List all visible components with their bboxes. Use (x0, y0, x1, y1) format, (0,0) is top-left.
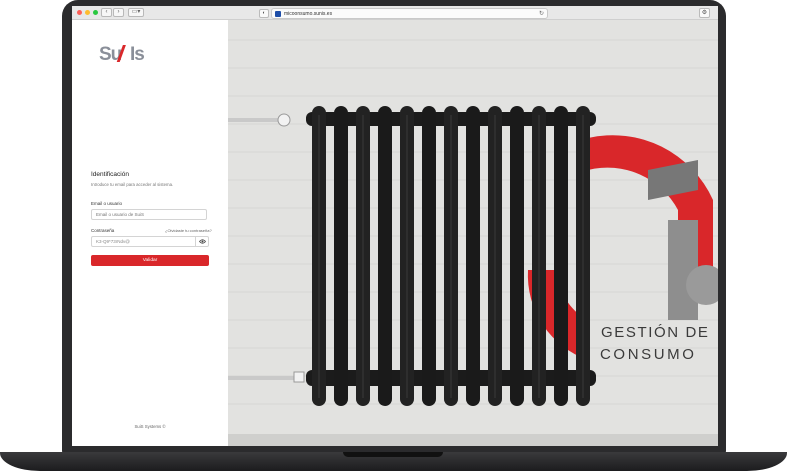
chevron-left-icon: ‹ (105, 9, 108, 15)
svg-text:Is: Is (130, 44, 144, 64)
email-label: Email o usuario (91, 201, 123, 206)
close-window-button[interactable] (77, 10, 82, 15)
sidebar-toggle-button[interactable]: ▭▾ (128, 8, 144, 17)
page-content: Su Is Identificación Introduce tu email … (72, 20, 718, 446)
footer-copyright: SuiS Systems © (134, 424, 166, 429)
show-password-button[interactable] (196, 236, 209, 247)
login-title: Identificación (91, 171, 129, 178)
password-field-group: K3-Q9*73rNdv@ (91, 236, 209, 247)
site-favicon-icon (275, 10, 281, 17)
validate-button[interactable]: Validar (91, 255, 209, 266)
url-text: micoonsumo.sunis.es (284, 10, 333, 17)
laptop-notch (343, 452, 443, 457)
shield-icon: ◐ (262, 10, 266, 16)
reload-icon[interactable]: ↻ (539, 10, 544, 17)
shield-button[interactable]: ◐ (259, 9, 269, 18)
maximize-window-button[interactable] (93, 10, 98, 15)
login-panel: Su Is Identificación Introduce tu email … (72, 20, 228, 446)
gear-icon: ⚙ (701, 10, 708, 16)
eye-icon (198, 239, 206, 244)
hero-illustration: GESTIÓN DE CONSUMO (228, 20, 718, 446)
browser-toolbar: ‹ › ▭▾ ◐ micoonsumo.sunis.es ↻ ⚙ (72, 6, 718, 20)
screen: ‹ › ▭▾ ◐ micoonsumo.sunis.es ↻ ⚙ Su Is I… (72, 6, 718, 446)
hero-line-2: CONSUMO (600, 346, 697, 363)
password-input[interactable]: K3-Q9*73rNdv@ (91, 236, 196, 247)
forgot-password-link[interactable]: ¿Olvidaste tu contraseña? (165, 228, 212, 233)
password-label: Contraseña (91, 228, 115, 233)
chevron-right-icon: › (117, 9, 120, 15)
address-bar[interactable]: micoonsumo.sunis.es ↻ (271, 8, 548, 19)
minimize-window-button[interactable] (85, 10, 90, 15)
sidebar-icon: ▭▾ (131, 9, 141, 15)
back-button[interactable]: ‹ (101, 8, 112, 17)
window-controls (77, 10, 98, 15)
settings-button[interactable]: ⚙ (699, 8, 710, 18)
hero-line-1: GESTIÓN DE (601, 324, 710, 341)
email-input[interactable] (91, 209, 207, 220)
forward-button[interactable]: › (113, 8, 124, 17)
brand-logo: Su Is (99, 44, 145, 64)
hero-image: GESTIÓN DE CONSUMO (228, 20, 718, 446)
login-subtitle: Introduce tu email para acceder al siste… (91, 182, 174, 187)
